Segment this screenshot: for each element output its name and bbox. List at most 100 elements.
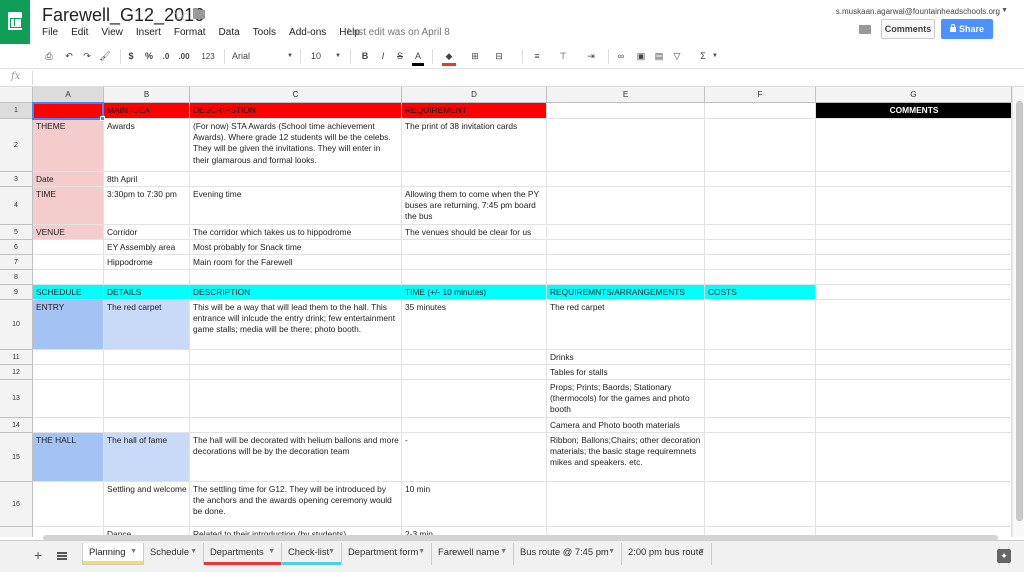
decrease-decimal-button[interactable]: .0: [159, 50, 173, 63]
cell-f1[interactable]: [705, 103, 816, 119]
cell-e15[interactable]: Ribbon; Ballons;Chairs; other decoration…: [547, 433, 705, 482]
cell-f4[interactable]: [705, 187, 816, 225]
cell-g5[interactable]: [816, 225, 1012, 240]
cell-c2[interactable]: (For now) STA Awards (School time achiev…: [190, 119, 402, 172]
cell-d12[interactable]: [402, 365, 547, 380]
paint-format-icon[interactable]: 🖌: [98, 50, 112, 63]
row-header[interactable]: 12: [0, 365, 33, 380]
cell-b8[interactable]: [104, 270, 190, 285]
cell-c16[interactable]: The settling time for G12. They will be …: [190, 482, 402, 527]
cell-e2[interactable]: [547, 119, 705, 172]
font-size-select[interactable]: 10: [308, 50, 324, 63]
cell-d6[interactable]: [402, 240, 547, 255]
cell-c5[interactable]: The corridor which takes us to hippodrom…: [190, 225, 402, 240]
cell-d4[interactable]: Allowing them to come when the PY buses …: [402, 187, 547, 225]
cell-c15[interactable]: The hall will be decorated with helium b…: [190, 433, 402, 482]
cell-d11[interactable]: [402, 350, 547, 365]
row-header[interactable]: 10: [0, 300, 33, 350]
cell-g7[interactable]: [816, 255, 1012, 270]
cell-e8[interactable]: [547, 270, 705, 285]
cell-a13[interactable]: [33, 380, 104, 418]
cell-e6[interactable]: [547, 240, 705, 255]
functions-caret-icon[interactable]: ▼: [711, 50, 719, 63]
row-header[interactable]: 11: [0, 350, 33, 365]
tab-caret-icon[interactable]: ▼: [268, 543, 275, 561]
cell-d14[interactable]: [402, 418, 547, 433]
sheet-tab[interactable]: Department form ▼: [342, 543, 432, 565]
redo-icon[interactable]: ↷: [80, 50, 94, 63]
cell-a12[interactable]: [33, 365, 104, 380]
undo-icon[interactable]: ↶: [62, 50, 76, 63]
cell-d5[interactable]: The venues should be clear for us and th…: [402, 225, 547, 240]
cell-c10[interactable]: This will be a way that will lead them t…: [190, 300, 402, 350]
add-sheet-icon[interactable]: +: [34, 547, 42, 563]
cell-b12[interactable]: [104, 365, 190, 380]
cell-b11[interactable]: [104, 350, 190, 365]
menu-view[interactable]: View: [101, 27, 123, 38]
cell-a14[interactable]: [33, 418, 104, 433]
cell-a1[interactable]: [33, 103, 104, 119]
cell-d15[interactable]: -: [402, 433, 547, 482]
cell-f15[interactable]: [705, 433, 816, 482]
tab-caret-icon[interactable]: ▼: [130, 543, 137, 561]
menu-addons[interactable]: Add-ons: [289, 27, 326, 38]
cell-d10[interactable]: 35 minutes: [402, 300, 547, 350]
column-header-e[interactable]: E: [547, 87, 705, 103]
cell-f7[interactable]: [705, 255, 816, 270]
star-icon[interactable]: ☆: [173, 5, 187, 25]
cell-c9[interactable]: DESCRIPTION: [190, 285, 402, 300]
row-header[interactable]: 1: [0, 103, 33, 119]
cell-e10[interactable]: The red carpet: [547, 300, 705, 350]
print-icon[interactable]: ⎙: [42, 50, 56, 63]
cell-f13[interactable]: [705, 380, 816, 418]
cell-d1[interactable]: REQUIREMENT: [402, 103, 547, 119]
cell-c1[interactable]: DESCRIPSTION: [190, 103, 402, 119]
row-header[interactable]: 9: [0, 285, 33, 300]
cell-d3[interactable]: [402, 172, 547, 187]
column-header-a[interactable]: A: [33, 87, 104, 103]
column-header-f[interactable]: F: [705, 87, 816, 103]
cell-g12[interactable]: [816, 365, 1012, 380]
cell-a7[interactable]: [33, 255, 104, 270]
cell-b16[interactable]: Settling and welcome: [104, 482, 190, 527]
sheet-tab[interactable]: Farewell name ▼: [432, 543, 514, 565]
explore-icon[interactable]: ✦: [997, 549, 1011, 563]
align-icon[interactable]: ≡: [530, 50, 544, 63]
cell-g2[interactable]: [816, 119, 1012, 172]
menu-edit[interactable]: Edit: [71, 27, 88, 38]
cell-e13[interactable]: Props; Prints; Baords; Stationary (therm…: [547, 380, 705, 418]
column-header-c[interactable]: C: [190, 87, 402, 103]
comments-button[interactable]: Comments: [881, 19, 935, 39]
cell-c14[interactable]: [190, 418, 402, 433]
cell-a10[interactable]: ENTRY: [33, 300, 104, 350]
cell-g8[interactable]: [816, 270, 1012, 285]
cell-g13[interactable]: [816, 380, 1012, 418]
font-caret-icon[interactable]: ▼: [286, 50, 294, 63]
sheet-tab[interactable]: Schedule ▼: [144, 543, 204, 565]
fill-handle[interactable]: [100, 116, 105, 121]
cell-f3[interactable]: [705, 172, 816, 187]
comment-icon[interactable]: [859, 25, 871, 34]
cell-d13[interactable]: [402, 380, 547, 418]
cell-b15[interactable]: The hall of fame: [104, 433, 190, 482]
tab-caret-icon[interactable]: ▼: [190, 543, 197, 561]
fill-color-icon[interactable]: ◆: [442, 50, 456, 66]
cell-b14[interactable]: [104, 418, 190, 433]
tab-caret-icon[interactable]: ▼: [500, 543, 507, 561]
row-header[interactable]: 6: [0, 240, 33, 255]
cell-a11[interactable]: [33, 350, 104, 365]
share-button[interactable]: Share: [941, 19, 993, 39]
chart-icon[interactable]: ▤: [652, 50, 666, 63]
cell-f14[interactable]: [705, 418, 816, 433]
cell-a15[interactable]: THE HALL: [33, 433, 104, 482]
sheet-tab[interactable]: Planning ▼: [82, 543, 144, 565]
row-header[interactable]: 13: [0, 380, 33, 418]
cell-g10[interactable]: [816, 300, 1012, 350]
borders-icon[interactable]: ⊞: [468, 50, 482, 63]
column-header-d[interactable]: D: [402, 87, 547, 103]
cell-c11[interactable]: [190, 350, 402, 365]
cell-b4[interactable]: 3:30pm to 7:30 pm: [104, 187, 190, 225]
cell-g16[interactable]: [816, 482, 1012, 527]
cell-e11[interactable]: Drinks: [547, 350, 705, 365]
more-formats-button[interactable]: 123: [197, 50, 219, 63]
